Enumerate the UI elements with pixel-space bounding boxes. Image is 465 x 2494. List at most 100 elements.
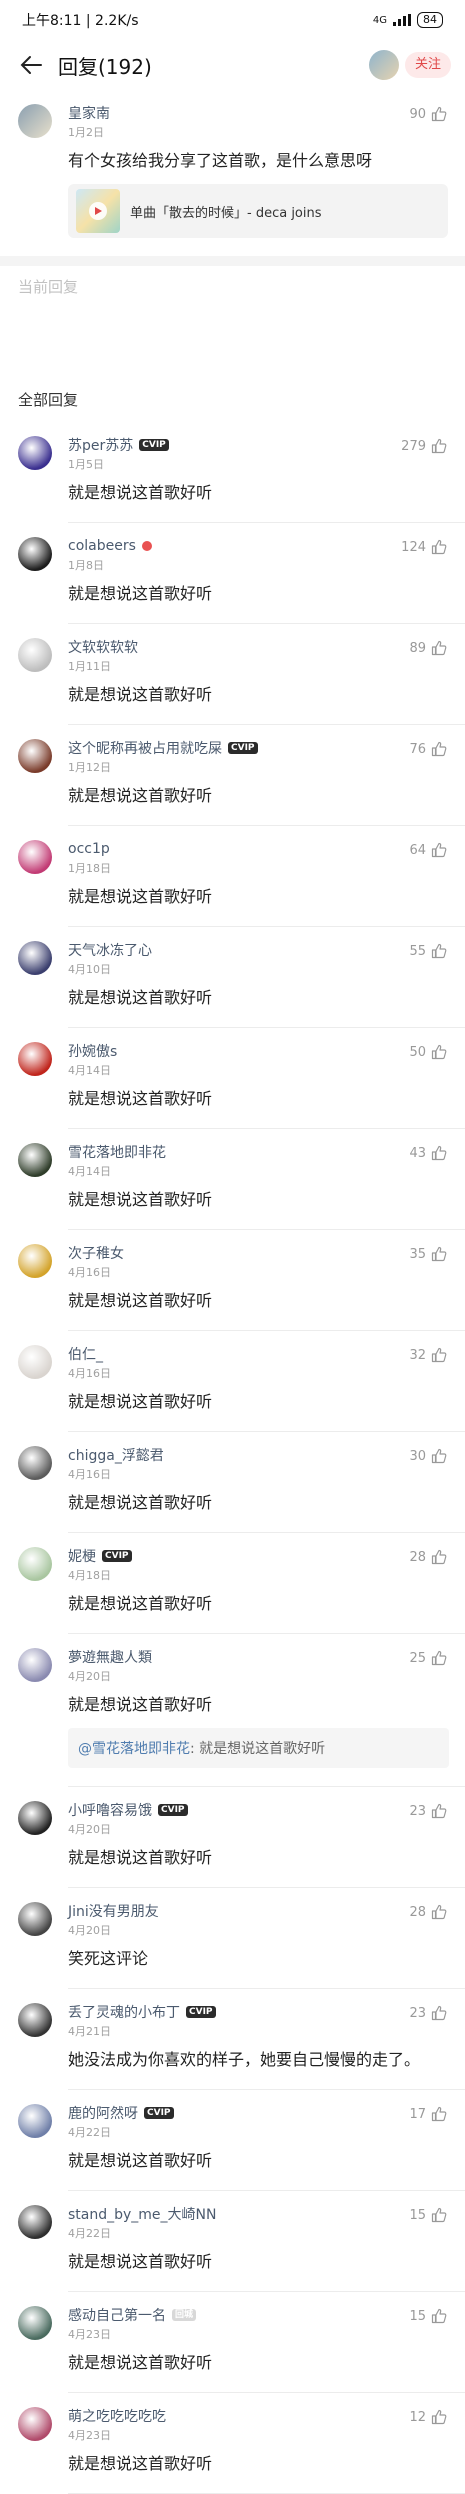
- reply-item[interactable]: 次子稚女 4月16日 35 就是想说这首歌好听: [0, 1230, 465, 1330]
- avatar[interactable]: [18, 1042, 52, 1076]
- signal-icon: [393, 14, 411, 26]
- like-button[interactable]: 28: [409, 1904, 447, 1920]
- comment-user[interactable]: 文软软软软: [68, 624, 449, 656]
- avatar[interactable]: [18, 1801, 52, 1835]
- avatar[interactable]: [18, 2205, 52, 2239]
- like-button[interactable]: 35: [409, 1246, 447, 1262]
- avatar[interactable]: [18, 1345, 52, 1379]
- avatar[interactable]: [18, 1446, 52, 1480]
- comment-user[interactable]: 鹿的阿然呀 CVIP: [68, 2090, 449, 2122]
- avatar[interactable]: [18, 1143, 52, 1177]
- comment-date: 4月14日: [68, 1165, 111, 1178]
- comment-user[interactable]: Jini没有男朋友: [68, 1888, 449, 1920]
- reply-item[interactable]: 苏per苏苏 CVIP 1月5日 279 就是想说这首歌好听: [0, 422, 465, 522]
- comment-date: 4月20日: [68, 1924, 111, 1937]
- avatar[interactable]: [18, 537, 52, 571]
- avatar[interactable]: [18, 1902, 52, 1936]
- comment-user[interactable]: 次子稚女: [68, 1230, 449, 1262]
- like-button[interactable]: 23: [409, 1803, 447, 1819]
- comment-user[interactable]: colabeers: [68, 523, 449, 555]
- reply-item[interactable]: chigga_浮懿君 4月16日 30 就是想说这首歌好听: [0, 1432, 465, 1532]
- avatar[interactable]: [18, 1547, 52, 1581]
- reply-item[interactable]: 鹿的阿然呀 CVIP 4月22日 17 就是想说这首歌好听: [0, 2090, 465, 2190]
- like-button[interactable]: 124: [401, 539, 447, 555]
- reply-item[interactable]: 夢遊無趣人類 4月20日 25 就是想说这首歌好听 @雪花落地即非花: 就是想说这首歌好…: [0, 1634, 465, 1786]
- avatar[interactable]: [18, 2407, 52, 2441]
- comment-date: 4月23日: [68, 2429, 111, 2442]
- comment-user[interactable]: 感动自己第一名 回城: [68, 2292, 449, 2324]
- music-card[interactable]: 单曲「散去的时候」- deca joins: [68, 184, 448, 238]
- like-button[interactable]: 76: [409, 741, 447, 757]
- avatar[interactable]: [18, 941, 52, 975]
- author-avatar[interactable]: [368, 50, 399, 80]
- comment-user[interactable]: 雪花落地即非花: [68, 1129, 449, 1161]
- comment-user[interactable]: 这个昵称再被占用就吃屎 CVIP: [68, 725, 449, 757]
- like-button[interactable]: 50: [409, 1044, 447, 1060]
- comment-text: 笑死这评论: [68, 1949, 149, 1968]
- section-separator: [0, 256, 465, 266]
- avatar[interactable]: [18, 2003, 52, 2037]
- like-button[interactable]: 30: [409, 1448, 447, 1464]
- play-icon[interactable]: [89, 202, 107, 220]
- like-button[interactable]: 15: [409, 2308, 447, 2324]
- like-count: 124: [401, 539, 426, 555]
- like-button[interactable]: 90: [409, 106, 447, 122]
- quoted-reply[interactable]: @雪花落地即非花: 就是想说这首歌好听: [68, 1728, 449, 1768]
- like-button[interactable]: 89: [409, 640, 447, 656]
- follow-area[interactable]: 关注: [368, 50, 451, 80]
- comment-user[interactable]: 皇家南: [68, 90, 449, 122]
- reply-item[interactable]: occ1p 1月18日 64 就是想说这首歌好听: [0, 826, 465, 926]
- reply-item[interactable]: 天气冰冻了心 4月10日 55 就是想说这首歌好听: [0, 927, 465, 1027]
- avatar[interactable]: [18, 840, 52, 874]
- like-button[interactable]: 17: [409, 2106, 447, 2122]
- reply-item[interactable]: 妮梗 CVIP 4月18日 28 就是想说这首歌好听: [0, 1533, 465, 1633]
- comment-user[interactable]: 夢遊無趣人類: [68, 1634, 449, 1666]
- back-arrow-icon[interactable]: [16, 50, 46, 80]
- reply-item[interactable]: colabeers 1月8日 124 就是想说这首歌好听: [0, 523, 465, 623]
- like-button[interactable]: 64: [409, 842, 447, 858]
- like-button[interactable]: 55: [409, 943, 447, 959]
- avatar[interactable]: [18, 2104, 52, 2138]
- comment-user[interactable]: 丢了灵魂的小布丁 CVIP: [68, 1989, 449, 2021]
- comment-user[interactable]: 萌之吃吃吃吃吃: [68, 2393, 449, 2425]
- reply-item[interactable]: 伯仁_ 4月16日 32 就是想说这首歌好听: [0, 1331, 465, 1431]
- like-button[interactable]: 279: [401, 438, 447, 454]
- reply-item[interactable]: stand_by_me_大崎NN 4月22日 15 就是想说这首歌好听: [0, 2191, 465, 2291]
- comment-user[interactable]: chigga_浮懿君: [68, 1432, 449, 1464]
- avatar[interactable]: [18, 1648, 52, 1682]
- reply-item[interactable]: 雪花落地即非花 4月14日 43 就是想说这首歌好听: [0, 1129, 465, 1229]
- comment-user[interactable]: 孙婉傲s: [68, 1028, 449, 1060]
- comment-user[interactable]: 苏per苏苏 CVIP: [68, 422, 449, 454]
- comment-user[interactable]: 妮梗 CVIP: [68, 1533, 449, 1565]
- like-button[interactable]: 23: [409, 2005, 447, 2021]
- comment-user[interactable]: occ1p: [68, 826, 449, 858]
- avatar[interactable]: [18, 638, 52, 672]
- like-button[interactable]: 15: [409, 2207, 447, 2223]
- avatar[interactable]: [18, 1244, 52, 1278]
- comment-user[interactable]: 伯仁_: [68, 1331, 449, 1363]
- like-button[interactable]: 32: [409, 1347, 447, 1363]
- comment-user[interactable]: 天气冰冻了心: [68, 927, 449, 959]
- reply-item[interactable]: 孙婉傲s 4月14日 50 就是想说这首歌好听: [0, 1028, 465, 1128]
- quoted-user[interactable]: @雪花落地即非花: [78, 1741, 190, 1757]
- follow-button[interactable]: 关注: [404, 52, 451, 78]
- reply-item[interactable]: 小呼噜容易饿 CVIP 4月20日 23 就是想说这首歌好听: [0, 1787, 465, 1887]
- reply-item[interactable]: Jini没有男朋友 4月20日 28 笑死这评论: [0, 1888, 465, 1988]
- avatar[interactable]: [18, 2306, 52, 2340]
- reply-item[interactable]: 丢了灵魂的小布丁 CVIP 4月21日 23 她没法成为你喜欢的样子，她要自己慢慢的走了…: [0, 1989, 465, 2089]
- reply-item[interactable]: 感动自己第一名 回城 4月23日 15 就是想说这首歌好听: [0, 2292, 465, 2392]
- avatar[interactable]: [18, 739, 52, 773]
- like-button[interactable]: 28: [409, 1549, 447, 1565]
- reply-item[interactable]: 萌之吃吃吃吃吃 4月23日 12 就是想说这首歌好听: [0, 2393, 465, 2493]
- reply-item[interactable]: 文软软软软 1月11日 89 就是想说这首歌好听: [0, 624, 465, 724]
- comment-date: 4月10日: [68, 963, 111, 976]
- like-button[interactable]: 25: [409, 1650, 447, 1666]
- comment-user[interactable]: 小呼噜容易饿 CVIP: [68, 1787, 449, 1819]
- avatar[interactable]: [18, 104, 52, 138]
- like-button[interactable]: 12: [409, 2409, 447, 2425]
- comment-date: 1月2日: [68, 126, 104, 139]
- like-button[interactable]: 43: [409, 1145, 447, 1161]
- reply-item[interactable]: 这个昵称再被占用就吃屎 CVIP 1月12日 76 就是想说这首歌好听: [0, 725, 465, 825]
- comment-user[interactable]: stand_by_me_大崎NN: [68, 2191, 449, 2223]
- avatar[interactable]: [18, 436, 52, 470]
